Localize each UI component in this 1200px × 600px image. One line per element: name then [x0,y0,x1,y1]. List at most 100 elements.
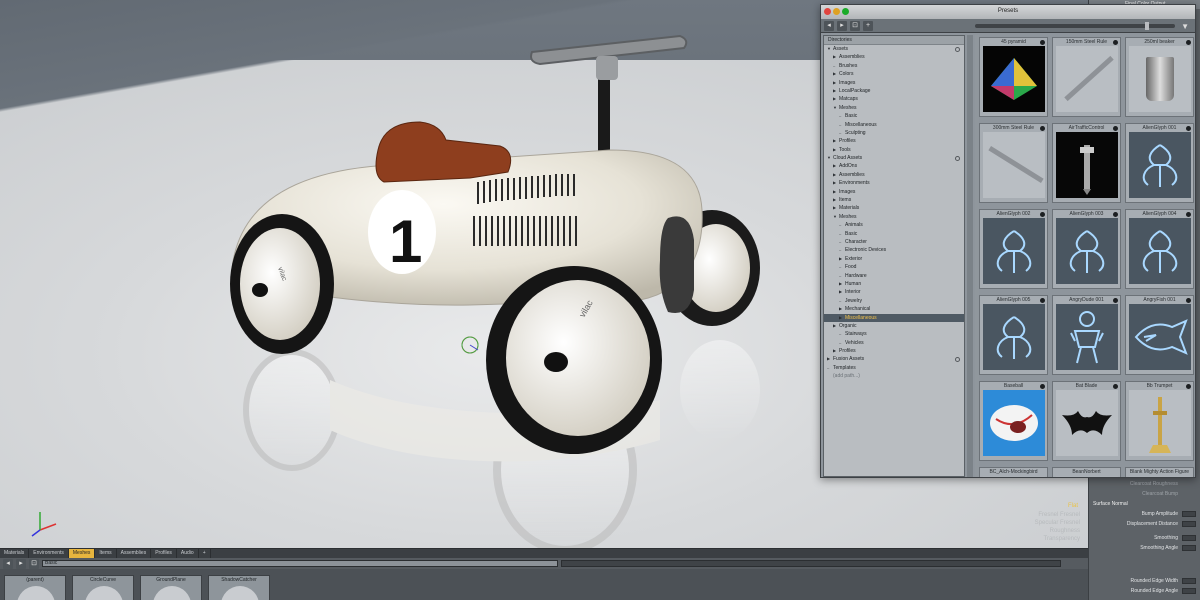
tree-item[interactable]: – Templates [824,364,964,372]
tile-menu-icon[interactable] [1186,40,1191,45]
tree-item[interactable]: ▼ Meshes [824,213,964,221]
forward-button[interactable]: ▸ [16,558,26,569]
tab-audio[interactable]: Audio [177,549,199,558]
tab-profiles[interactable]: Profiles [151,549,177,558]
preset-tile[interactable]: Bb Trumpet [1125,381,1194,461]
forward-button[interactable]: ▸ [837,20,847,31]
smoothing-field[interactable] [1182,535,1196,541]
preset-tile[interactable]: 150mm Steel Rule [1052,37,1121,117]
tree-item[interactable]: – Animals [824,221,964,229]
tile-menu-icon[interactable] [1113,298,1118,303]
tree-item[interactable]: – Basic [824,112,964,120]
tree-item[interactable]: ▶ Human [824,280,964,288]
tree-item[interactable]: ▶ Fusion Assets [824,355,964,363]
back-button[interactable]: ◂ [824,20,834,31]
tab-items[interactable]: Items [95,549,117,558]
path-input[interactable]: Basic [42,560,558,567]
tree-item[interactable]: ▶ LocalPackage [824,87,964,95]
slider-knob[interactable] [1145,22,1149,30]
preset-tile[interactable]: AlienGlyph 004 [1125,209,1194,289]
tree-item[interactable]: – Character [824,238,964,246]
tree-item[interactable]: – Basic [824,230,964,238]
directories-scrollbar[interactable] [967,35,973,477]
viewport-shading-label[interactable]: Flat [1068,503,1078,509]
tile-menu-icon[interactable] [1113,212,1118,217]
thumbnail-size-slider[interactable] [975,22,1175,30]
tree-item[interactable]: ▶ Exterior [824,255,964,263]
tile-menu-icon[interactable] [1186,384,1191,389]
tree-item[interactable]: ▶ Mechanical [824,305,964,313]
tree-item[interactable]: ▼ Cloud Assets [824,154,964,162]
tree-item[interactable]: ▶ Matcaps [824,95,964,103]
tree-item[interactable]: ▶ Materials [824,204,964,212]
search-input[interactable] [561,560,1061,567]
tree-item[interactable]: – Hardware [824,272,964,280]
tab-[interactable]: + [199,549,211,558]
tree-item[interactable]: ▶ Images [824,79,964,87]
tab-materials[interactable]: Materials [0,549,30,558]
presets-window[interactable]: Presets ◂ ▸ ⊡ + ▼ Directories ▼ Assets ▶ As… [820,4,1196,478]
preset-tile[interactable]: 45 pyramid [979,37,1048,117]
bump-amplitude-field[interactable] [1182,511,1196,517]
tree-item[interactable]: – Miscellaneous [824,121,964,129]
sync-status-icon[interactable] [955,47,960,52]
view-mode-button[interactable]: ⊡ [850,20,860,31]
view-mode-button[interactable]: ⊡ [29,558,39,569]
tile-menu-icon[interactable] [1113,40,1118,45]
tree-item[interactable]: ▶ Colors [824,70,964,78]
tree-item[interactable]: ▶ Items [824,196,964,204]
smoothing-angle-field[interactable] [1182,545,1196,551]
rounded-edge-width-field[interactable] [1182,578,1196,584]
preset-tile[interactable]: BeanNorbert [1052,467,1121,477]
tree-item[interactable]: ▶ Profiles [824,137,964,145]
tab-environments[interactable]: Environments [29,549,69,558]
tree-item[interactable]: ▶ Tools [824,146,964,154]
tree-item[interactable]: ▶ Organic [824,322,964,330]
preset-tile[interactable]: AngryFish 001 [1125,295,1194,375]
surface-normal-section[interactable]: Surface Normal [1093,501,1128,507]
presets-titlebar[interactable]: Presets [821,5,1195,19]
tree-item[interactable]: ▶ Assemblies [824,171,964,179]
tile-menu-icon[interactable] [1040,40,1045,45]
mesh-preset-item[interactable]: CircleCurve [72,575,134,600]
preset-tile[interactable]: AlienGlyph 003 [1052,209,1121,289]
tree-item[interactable]: – Vehicles [824,339,964,347]
tree-item[interactable]: ▶ Environments [824,179,964,187]
mesh-preset-item[interactable]: ShadowCatcher [208,575,270,600]
tree-item[interactable]: (add path...) [824,372,964,380]
tree-item[interactable]: – Electronic Devices [824,246,964,254]
preset-tile[interactable]: AngryDude 001 [1052,295,1121,375]
displacement-distance-field[interactable] [1182,521,1196,527]
mesh-preset-item[interactable]: GroundPlane [140,575,202,600]
tile-menu-icon[interactable] [1186,298,1191,303]
preset-tile[interactable]: AlienGlyph 002 [979,209,1048,289]
preset-tile[interactable]: BC_Alch-Mockingbird [979,467,1048,477]
tile-menu-icon[interactable] [1040,212,1045,217]
preset-tile[interactable]: Bat Blade [1052,381,1121,461]
preset-tile[interactable]: 300mm Steel Rule [979,123,1048,203]
sync-status-icon[interactable] [955,357,960,363]
tree-item[interactable]: – Stairways [824,330,964,338]
tree-item[interactable]: – Jewelry [824,297,964,305]
preset-tile[interactable]: AirTrafficControl [1052,123,1121,203]
sync-status-icon[interactable] [955,156,960,162]
preset-tile[interactable]: 250ml beaker [1125,37,1194,117]
add-path-button[interactable]: + [863,20,873,31]
preset-tile[interactable]: AlienGlyph 001 [1125,123,1194,203]
tree-item[interactable]: – Brushes [824,62,964,70]
rounded-edge-angle-field[interactable] [1182,588,1196,594]
tile-menu-icon[interactable] [1113,384,1118,389]
tile-menu-icon[interactable] [1186,126,1191,131]
preset-tile[interactable]: AlienGlyph 005 [979,295,1048,375]
tile-menu-icon[interactable] [1040,298,1045,303]
filter-icon[interactable]: ▼ [1181,22,1189,31]
tree-item[interactable]: ▼ Meshes [824,104,964,112]
tile-menu-icon[interactable] [1113,126,1118,131]
tab-assemblies[interactable]: Assemblies [117,549,152,558]
preset-tile[interactable]: Baseball [979,381,1048,461]
tree-item[interactable]: ▶ Assemblies [824,53,964,61]
tree-item[interactable]: ▼ Assets [824,45,964,53]
tile-menu-icon[interactable] [1040,126,1045,131]
tile-menu-icon[interactable] [1040,384,1045,389]
preset-tile[interactable]: Blank Mighty Action Figure [1125,467,1194,477]
